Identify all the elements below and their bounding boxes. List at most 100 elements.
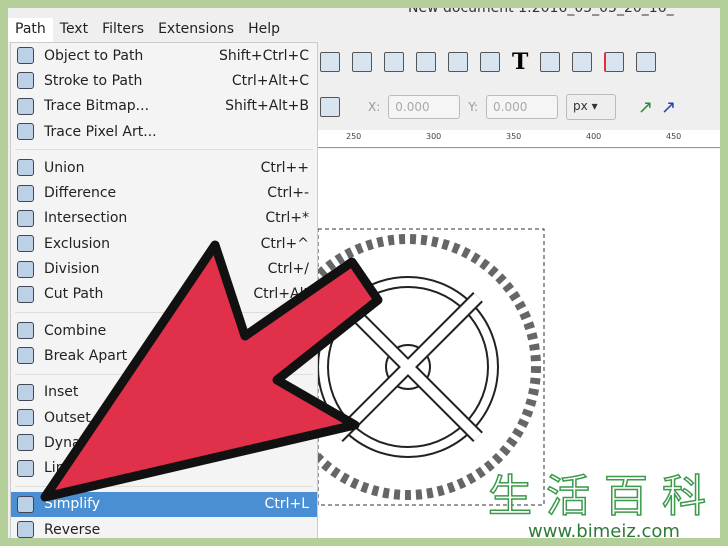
dynamic-offset-icon [17, 434, 34, 452]
unlock-icon[interactable] [384, 52, 404, 72]
horizontal-ruler: 250 300 350 400 450 [318, 130, 720, 148]
ruler-label: 350 [506, 132, 522, 141]
toolbar-commands: T [320, 51, 657, 73]
watermark-url: www.bimeiz.com [528, 521, 680, 542]
menu-filters[interactable]: Filters [95, 18, 151, 42]
menu-item-label: Trace Pixel Art... [44, 123, 157, 140]
outset-icon [17, 409, 34, 426]
menu-extensions[interactable]: Extensions [151, 18, 241, 42]
menu-item-exclusion[interactable]: Exclusion Ctrl+^ [11, 231, 317, 256]
menu-item-label: Division [44, 261, 100, 278]
menu-item-linked[interactable]: Linked [11, 455, 317, 480]
menu-separator [15, 373, 313, 375]
menu-item-shortcut: Ctrl+* [265, 210, 309, 227]
unit-value: px [573, 99, 588, 113]
text-tool-icon[interactable]: T [512, 51, 528, 73]
menu-item-outset[interactable]: Outset [11, 405, 317, 430]
curve-icon[interactable]: ↗ [638, 97, 653, 118]
menu-item-cut-path[interactable]: Cut Path Ctrl+Alt [11, 282, 317, 307]
menu-item-union[interactable]: Union Ctrl++ [11, 155, 317, 180]
menu-item-label: Object to Path [44, 47, 144, 64]
reverse-icon [17, 521, 34, 538]
fill-stroke-icon[interactable] [480, 52, 500, 72]
menu-item-label: Stroke to Path [44, 72, 143, 89]
menu-item-label: Dynamic [44, 434, 106, 451]
menu-item-break-apart[interactable]: Break Apart [11, 343, 317, 368]
xml-editor-icon[interactable] [572, 52, 593, 72]
menu-item-shortcut: Ctrl+^ [260, 235, 309, 252]
union-icon [17, 159, 34, 177]
path-menu: Object to Path Shift+Ctrl+C Stroke to Path… [10, 42, 318, 538]
lock-icon[interactable] [352, 52, 372, 72]
menu-item-label: Exclusion [44, 235, 110, 252]
menu-item-difference[interactable]: Difference Ctrl+- [11, 180, 317, 205]
x-input[interactable]: 0.000 [388, 95, 461, 119]
watermark-logo: 生活百科 www.bimeiz.com [487, 471, 720, 542]
menu-item-reverse[interactable]: Reverse [11, 517, 317, 538]
menu-item-trace-bitmap[interactable]: Trace Bitmap... Shift+Alt+B [11, 94, 317, 119]
linked-offset-icon [17, 459, 34, 477]
menu-item-shortcut: Ctrl++ [260, 159, 309, 176]
menu-separator [15, 485, 313, 487]
preferences-icon[interactable] [636, 52, 657, 72]
menu-item-simplify[interactable]: Simplify Ctrl+L [11, 491, 317, 518]
y-input[interactable]: 0.000 [486, 95, 559, 119]
unit-select[interactable]: px ▾ [566, 94, 617, 120]
menu-item-dynamic[interactable]: Dynamic [11, 430, 317, 455]
menu-item-combine[interactable]: Combine [11, 318, 317, 343]
menu-item-object-to-path[interactable]: Object to Path Shift+Ctrl+C [11, 43, 317, 68]
menu-item-shortcut: Ctrl+Alt [253, 286, 309, 303]
menu-item-label: Cut Path [44, 286, 104, 303]
menu-item-inset[interactable]: Inset [11, 380, 317, 405]
menu-item-label: Simplify [44, 496, 101, 513]
menu-text[interactable]: Text [53, 18, 95, 42]
menu-item-stroke-to-path[interactable]: Stroke to Path Ctrl+Alt+C [11, 68, 317, 93]
menu-item-shortcut: Ctrl+- [267, 185, 309, 202]
trace-bitmap-icon [17, 97, 34, 115]
combine-icon [17, 322, 34, 340]
intersection-icon [17, 209, 34, 227]
watermark-text: 生活百科 [487, 471, 720, 522]
menu-item-division[interactable]: Division Ctrl+/ [11, 256, 317, 281]
ruler-label: 400 [586, 132, 602, 141]
menu-path[interactable]: Path [8, 18, 53, 42]
simplify-icon [17, 495, 34, 513]
menu-item-label: Combine [44, 322, 107, 339]
menu-separator [15, 311, 313, 313]
object-to-path-icon [17, 47, 34, 65]
menu-item-label: Trace Bitmap... [44, 98, 150, 115]
inkscape-window: New document 1:2016_05_05_20_16_ Path Tex… [8, 8, 720, 538]
menu-item-shortcut: Ctrl+Alt+C [231, 72, 309, 89]
zoom-drawing-icon[interactable] [448, 52, 468, 72]
toolbar-node: X: 0.000 Y: 0.000 px ▾ ↗ ↗ [320, 94, 676, 120]
raise-icon[interactable] [320, 52, 340, 72]
align-icon[interactable] [604, 52, 625, 72]
break-apart-icon [17, 347, 34, 365]
menu-item-shortcut: Ctrl+/ [267, 261, 309, 278]
menu-item-label: Union [44, 159, 85, 176]
y-label: Y: [468, 100, 479, 114]
menu-item-label: Reverse [44, 521, 101, 538]
menu-item-label: Outset [44, 409, 91, 426]
node-icon[interactable] [320, 97, 340, 117]
zoom-selection-icon[interactable] [416, 52, 436, 72]
menu-item-shortcut: Ctrl+L [264, 496, 309, 513]
curve-alt-icon[interactable]: ↗ [661, 97, 676, 118]
stroke-to-path-icon [17, 72, 34, 90]
menu-item-shortcut: Shift+Alt+B [225, 98, 309, 115]
menu-item-label: Difference [44, 185, 117, 202]
difference-icon [17, 184, 34, 202]
menu-item-trace-pixel-art[interactable]: Trace Pixel Art... [11, 119, 317, 144]
menu-item-label: Break Apart [44, 347, 128, 364]
division-icon [17, 260, 34, 278]
ruler-label: 250 [346, 132, 362, 141]
inset-icon [17, 383, 34, 401]
trace-pixel-art-icon [17, 123, 34, 141]
menu-item-intersection[interactable]: Intersection Ctrl+* [11, 206, 317, 231]
layers-icon[interactable] [540, 52, 561, 72]
menu-item-label: Linked [44, 460, 90, 477]
menu-separator [15, 149, 313, 151]
menubar: Path Text Filters Extensions Help [8, 18, 287, 42]
menu-item-shortcut: Shift+Ctrl+C [219, 47, 309, 64]
menu-help[interactable]: Help [241, 18, 287, 42]
